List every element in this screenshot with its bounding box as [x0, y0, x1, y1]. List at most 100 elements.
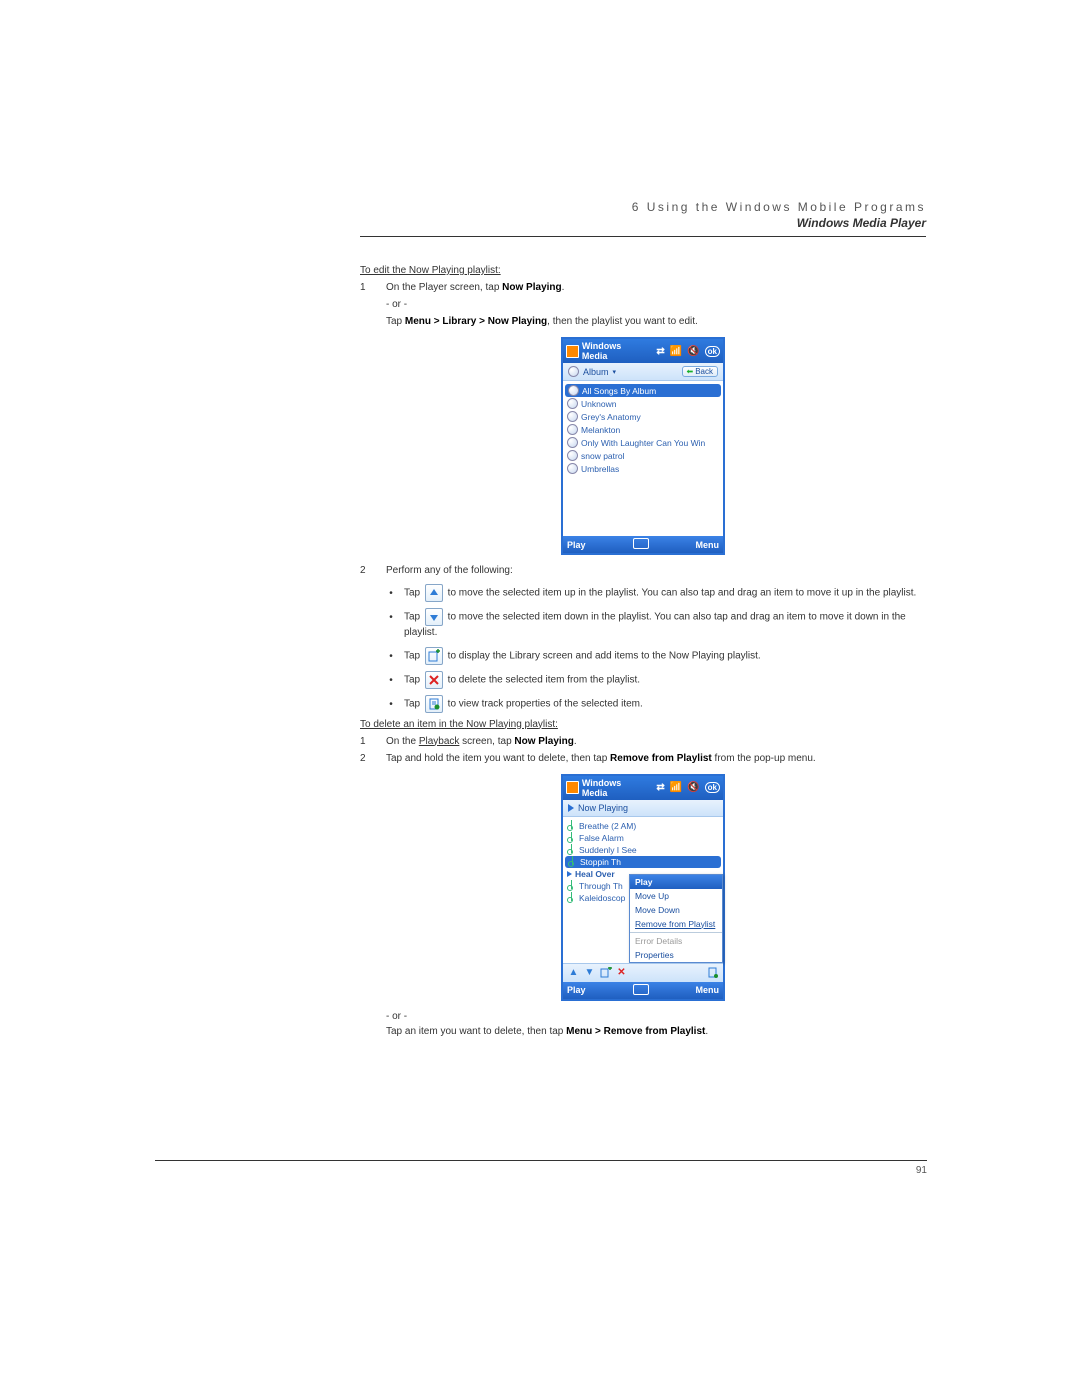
page-number: 91	[155, 1165, 927, 1176]
step-number: 1	[360, 734, 374, 749]
text: Tap	[386, 316, 405, 327]
delete-icon	[425, 671, 443, 689]
step-1: 1 On the Player screen, tap Now Playing.…	[360, 280, 926, 329]
softkey-right[interactable]: Menu	[696, 985, 720, 995]
or-text: - or -	[386, 297, 926, 312]
bullet-move-down: •Tap to move the selected item down in t…	[388, 608, 926, 641]
dropdown-bar[interactable]: Album ▾ ⬅Back	[563, 363, 723, 381]
list-item[interactable]: Umbrellas	[567, 462, 719, 475]
softkey-bar: Play Menu	[563, 536, 723, 553]
keyboard-icon[interactable]	[633, 984, 649, 995]
signal-icon: 📶	[670, 782, 682, 793]
disc-icon	[567, 424, 578, 435]
disc-icon	[567, 437, 578, 448]
bold-menu-path: Menu > Library > Now Playing	[405, 316, 547, 327]
dropdown-label: Album	[583, 367, 609, 377]
move-down-icon[interactable]: ▼	[583, 966, 596, 979]
back-button[interactable]: ⬅Back	[682, 366, 719, 377]
connectivity-icon: ⇄	[656, 346, 664, 357]
menu-item-move-down[interactable]: Move Down	[630, 903, 722, 917]
volume-icon: 🔇	[687, 346, 699, 357]
bullet-move-up: •Tap to move the selected item up in the…	[388, 584, 926, 602]
note-icon	[567, 821, 576, 831]
list-item[interactable]: snow patrol	[567, 449, 719, 462]
menu-item-move-up[interactable]: Move Up	[630, 889, 722, 903]
bold-now-playing: Now Playing	[502, 282, 561, 293]
volume-icon: 🔇	[687, 782, 699, 793]
note-icon	[567, 833, 576, 843]
list-item[interactable]: Suddenly I See	[567, 844, 719, 856]
menu-item-error-details: Error Details	[630, 934, 722, 948]
library-add-icon	[425, 647, 443, 665]
list-item[interactable]: All Songs By Album	[565, 384, 721, 397]
header-section: Windows Media Player	[360, 216, 926, 230]
tail-text: Tap an item you want to delete, then tap…	[386, 1024, 926, 1039]
disc-icon	[567, 450, 578, 461]
screenshot-library: Windows Media ⇄ 📶 🔇 ok Album ▾ ⬅Back All…	[561, 337, 725, 555]
move-up-icon	[425, 584, 443, 602]
step-number: 2	[360, 563, 374, 578]
footer-rule	[155, 1160, 927, 1161]
menu-item-properties[interactable]: Properties	[630, 948, 722, 962]
start-icon	[566, 781, 579, 794]
delete-icon[interactable]: ✕	[615, 966, 628, 979]
list-item[interactable]: Melankton	[567, 423, 719, 436]
text: On the Player screen, tap	[386, 282, 502, 293]
move-down-icon	[425, 608, 443, 626]
header-rule	[360, 236, 926, 237]
context-menu-title[interactable]: Play	[630, 875, 722, 889]
manual-page: 6 Using the Windows Mobile Programs Wind…	[0, 0, 1080, 1397]
disc-icon	[567, 398, 578, 409]
bullet-properties: •Tap to view track properties of the sel…	[388, 695, 926, 713]
softkey-bar: Play Menu	[563, 982, 723, 999]
play-icon	[568, 804, 574, 812]
list-item[interactable]: Only With Laughter Can You Win	[567, 436, 719, 449]
disc-icon	[567, 411, 578, 422]
footer: 91	[155, 1138, 927, 1176]
del-step-1: 1 On the Playback screen, tap Now Playin…	[360, 734, 926, 749]
list-item[interactable]: False Alarm	[567, 832, 719, 844]
softkey-left[interactable]: Play	[567, 540, 586, 550]
library-add-icon[interactable]	[599, 966, 612, 979]
menu-item-remove[interactable]: Remove from Playlist	[630, 917, 722, 931]
step-text: Perform any of the following:	[386, 563, 926, 578]
album-list: All Songs By Album Unknown Grey's Anatom…	[563, 381, 723, 536]
properties-icon[interactable]	[706, 966, 719, 979]
window-title: Windows Media	[582, 778, 649, 798]
note-icon	[567, 881, 576, 891]
now-playing-header: Now Playing	[563, 800, 723, 817]
step-number: 2	[360, 751, 374, 766]
softkey-right[interactable]: Menu	[696, 540, 720, 550]
disc-icon	[568, 385, 579, 396]
properties-icon	[425, 695, 443, 713]
note-icon	[567, 893, 576, 903]
del-step-2: 2 Tap and hold the item you want to dele…	[360, 751, 926, 766]
toolbar: ▲ ▼ ✕	[563, 963, 723, 982]
softkey-left[interactable]: Play	[567, 985, 586, 995]
heading-edit-playlist: To edit the Now Playing playlist:	[360, 265, 926, 276]
separator	[630, 932, 722, 933]
header-chapter: 6 Using the Windows Mobile Programs	[360, 200, 926, 214]
move-up-icon[interactable]: ▲	[567, 966, 580, 979]
window-title: Windows Media	[582, 341, 649, 361]
connectivity-icon: ⇄	[656, 782, 664, 793]
play-indicator-icon	[567, 871, 572, 877]
titlebar: Windows Media ⇄ 📶 🔇 ok	[563, 776, 723, 800]
disc-icon	[568, 366, 579, 377]
list-item[interactable]: Unknown	[567, 397, 719, 410]
disc-icon	[567, 463, 578, 474]
titlebar: Windows Media ⇄ 📶 🔇 ok	[563, 339, 723, 363]
keyboard-icon[interactable]	[633, 538, 649, 549]
or-text: - or -	[386, 1009, 926, 1024]
bullet-delete: •Tap to delete the selected item from th…	[388, 671, 926, 689]
list-item[interactable]: Breathe (2 AM)	[567, 820, 719, 832]
step-2: 2 Perform any of the following:	[360, 563, 926, 578]
heading-delete-item: To delete an item in the Now Playing pla…	[360, 719, 926, 730]
signal-icon: 📶	[670, 346, 682, 357]
ok-button[interactable]: ok	[705, 782, 720, 793]
ok-button[interactable]: ok	[705, 346, 720, 357]
screenshot-now-playing: Windows Media ⇄ 📶 🔇 ok Now Playing Breat…	[561, 774, 725, 1001]
list-item[interactable]: Grey's Anatomy	[567, 410, 719, 423]
content-block: 6 Using the Windows Mobile Programs Wind…	[360, 200, 926, 1039]
list-item[interactable]: Stoppin Th	[565, 856, 721, 868]
